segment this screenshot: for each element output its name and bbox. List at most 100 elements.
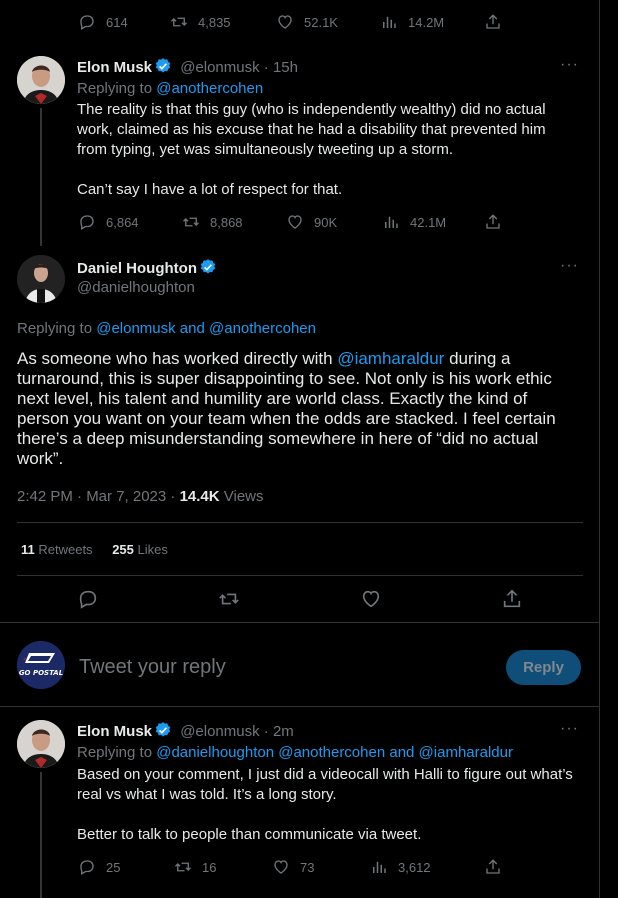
retweet-count: 16: [202, 859, 217, 875]
views-button[interactable]: 42.1M: [382, 213, 446, 231]
views-icon: [383, 16, 396, 28]
more-options-icon[interactable]: ···: [560, 56, 579, 74]
like-count: 90K: [314, 214, 338, 230]
reply-icon: [80, 860, 94, 875]
share-icon: [486, 14, 500, 29]
author-name[interactable]: Elon Musk: [77, 59, 152, 76]
main-tweet-text: As someone who has worked directly with …: [17, 349, 583, 469]
reply-icon: [80, 215, 94, 230]
more-options-icon[interactable]: ···: [560, 257, 579, 275]
tweet-actions: 6,864 8,868 90K 42.1M: [78, 212, 518, 232]
retweet-icon: [171, 17, 187, 27]
go-postal-avatar-icon: [17, 641, 65, 689]
retweets-label: Retweets: [34, 542, 93, 557]
divider: [0, 706, 600, 707]
mention-link[interactable]: @iamharaldur: [337, 349, 444, 368]
reply-count: 6,864: [106, 214, 139, 230]
retweet-button[interactable]: 8,868: [182, 213, 243, 231]
like-button[interactable]: 73: [272, 858, 314, 876]
reply-button[interactable]: 25: [78, 858, 120, 876]
thread-line: [40, 108, 42, 246]
tweet-text: Based on your comment, I just did a vide…: [77, 765, 577, 845]
replying-to: Replying to @danielhoughton @anothercohe…: [77, 743, 513, 763]
share-icon: [486, 859, 500, 874]
reply-button[interactable]: 6,864: [78, 213, 139, 231]
share-button[interactable]: [484, 213, 502, 231]
retweet-icon[interactable]: [218, 588, 240, 610]
tweet-paragraph: The reality is that this guy (who is ind…: [77, 101, 546, 158]
thread-line: [40, 772, 42, 898]
tweet-time[interactable]: · 15h: [264, 59, 298, 76]
views-button[interactable]: 14.2M: [380, 13, 444, 31]
avatar[interactable]: [17, 56, 65, 104]
timestamp-text[interactable]: 2:42 PM · Mar 7, 2023 ·: [17, 488, 180, 505]
like-button[interactable]: 90K: [286, 213, 337, 231]
retweet-button[interactable]: 4,835: [170, 13, 231, 31]
retweets-stat[interactable]: 11 Retweets: [21, 542, 93, 557]
retweet-icon: [183, 217, 199, 227]
top-tweet-actions: 614 4,835 52.1K 14.2M: [78, 12, 518, 32]
reply-button[interactable]: Reply: [506, 650, 581, 685]
avatar[interactable]: [17, 720, 65, 768]
tweet-timestamp: 2:42 PM · Mar 7, 2023 · 14.4K Views: [17, 487, 264, 507]
retweet-button[interactable]: 16: [174, 858, 216, 876]
likes-label: Likes: [133, 542, 168, 557]
avatar[interactable]: GO POSTAL: [17, 641, 65, 689]
views-count: 14.4K: [179, 488, 220, 505]
replying-to-link[interactable]: @anothercohen: [156, 80, 263, 97]
retweet-count: 4,835: [198, 14, 231, 30]
heart-icon: [274, 860, 288, 874]
views-count: 14.2M: [408, 14, 445, 30]
like-count: 73: [300, 859, 315, 875]
divider: [17, 575, 583, 576]
replying-to: Replying to @elonmusk and @anothercohen: [17, 319, 316, 339]
divider: [0, 622, 600, 623]
tweet-paragraph: Better to talk to people than communicat…: [77, 826, 422, 843]
main-tweet-actions: [17, 588, 583, 612]
verified-badge-icon: [200, 259, 216, 274]
replying-to-link[interactable]: @danielhoughton @anothercohen and @iamha…: [156, 744, 513, 761]
replying-to-prefix: Replying to: [17, 320, 97, 337]
replying-to: Replying to @anothercohen: [77, 79, 263, 99]
likes-count: 255: [112, 542, 134, 557]
views-button[interactable]: 3,612: [370, 858, 431, 876]
share-button[interactable]: [484, 13, 502, 31]
share-icon[interactable]: [501, 588, 523, 610]
verified-badge-icon: [155, 722, 171, 737]
tweet-time[interactable]: · 2m: [264, 723, 294, 740]
heart-icon[interactable]: [360, 588, 382, 610]
tweet-text-part: As someone who has worked directly with: [17, 349, 338, 368]
views-count: 42.1M: [410, 214, 447, 230]
author-handle[interactable]: @danielhoughton: [77, 278, 195, 298]
replying-to-link[interactable]: @elonmusk and @anothercohen: [96, 320, 316, 337]
reply-icon[interactable]: [77, 588, 99, 610]
tweet-header: Elon Musk @elonmusk · 2m: [77, 721, 294, 742]
reply-icon: [80, 15, 94, 30]
share-button[interactable]: [484, 858, 502, 876]
author-name[interactable]: Daniel Houghton: [77, 260, 197, 277]
views-label: Views: [219, 488, 264, 505]
author-handle[interactable]: @elonmusk: [180, 59, 259, 76]
tweet-text: The reality is that this guy (who is ind…: [77, 100, 577, 200]
reply-button[interactable]: 614: [78, 13, 128, 31]
tweet-actions: 25 16 73 3,612: [78, 857, 518, 877]
author-name[interactable]: Elon Musk: [77, 723, 152, 740]
more-options-icon[interactable]: ···: [560, 720, 579, 738]
tweet-header: Daniel Houghton: [77, 258, 217, 279]
avatar[interactable]: [17, 255, 65, 303]
timeline: 614 4,835 52.1K 14.2M Elon Musk @elonmus…: [0, 0, 600, 898]
views-icon: [385, 216, 398, 228]
daniel-avatar-icon: [17, 255, 65, 303]
tweet-header: Elon Musk @elonmusk · 15h: [77, 57, 298, 78]
author-handle[interactable]: @elonmusk: [180, 723, 259, 740]
engagement-stats: 11 Retweets 255 Likes: [21, 541, 168, 559]
retweets-count: 11: [21, 542, 35, 557]
like-count: 52.1K: [304, 14, 338, 30]
heart-icon: [288, 215, 302, 229]
heart-icon: [278, 15, 292, 29]
divider: [17, 522, 583, 523]
reply-input[interactable]: Tweet your reply: [79, 655, 226, 679]
elon-avatar-icon: [17, 720, 65, 768]
like-button[interactable]: 52.1K: [276, 13, 338, 31]
likes-stat[interactable]: 255 Likes: [112, 542, 168, 557]
